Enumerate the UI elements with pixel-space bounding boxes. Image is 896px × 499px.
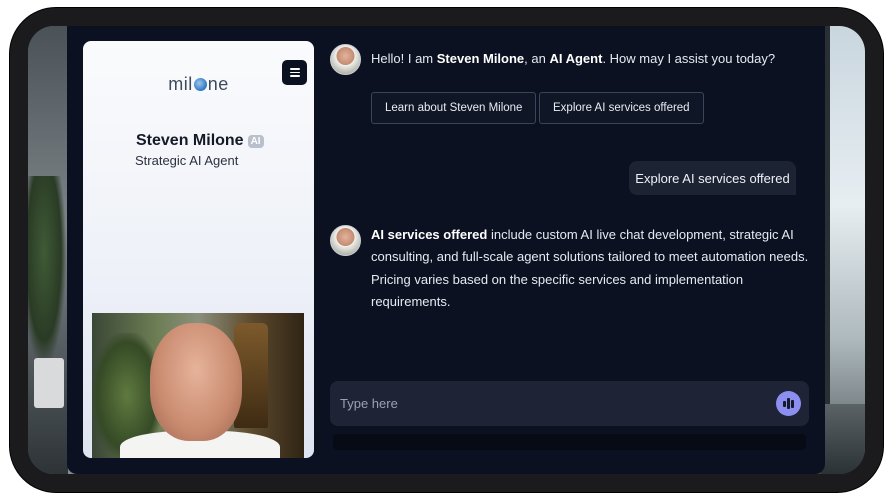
- menu-button[interactable]: [282, 60, 307, 85]
- reply-line-3: Pricing varies based on the specific ser…: [371, 271, 744, 287]
- brand-logo[interactable]: mil ne: [83, 74, 314, 95]
- message-input[interactable]: [340, 392, 760, 414]
- agent-video-feed: [92, 313, 304, 458]
- reply-line-4: requirements.: [371, 293, 451, 309]
- logo-globe-icon: [193, 78, 207, 91]
- input-footer-strip: [333, 434, 806, 450]
- agent-profile-card: mil ne Steven Milone AI Strategic AI Agen…: [83, 41, 314, 458]
- ai-badge: AI: [247, 134, 264, 148]
- bot-greeting-message: Hello! I am Steven Milone, an AI Agent. …: [371, 48, 775, 70]
- agent-name-text: Steven Milone: [136, 132, 244, 149]
- voice-waveform-icon: [783, 400, 786, 407]
- message-input-bar: [330, 381, 809, 426]
- menu-icon-bar: [289, 71, 300, 74]
- menu-icon-bar: [289, 75, 300, 77]
- reply-line-1-text: include custom AI live chat development,…: [487, 227, 794, 242]
- reply-bold: AI services offered: [371, 227, 488, 242]
- menu-icon: [289, 68, 300, 70]
- bot-reply-message: AI services offered include custom AI li…: [371, 224, 808, 313]
- background-plant-pot: [34, 358, 64, 408]
- reply-line-2: consulting, and full-scale agent solutio…: [371, 249, 809, 265]
- voice-button[interactable]: [776, 391, 801, 416]
- voice-waveform-bar: [791, 399, 794, 408]
- voice-waveform-bar: [787, 398, 790, 409]
- photo-face: [150, 323, 242, 441]
- suggestion-explore-services-button[interactable]: Explore AI services offered: [539, 92, 704, 124]
- reply-line-1: AI services offered include custom AI li…: [371, 224, 808, 246]
- agent-avatar: [330, 225, 361, 256]
- greeting-post: . How may I assist you today?: [602, 51, 776, 66]
- agent-avatar: [330, 44, 361, 75]
- logo-text-suffix: ne: [207, 74, 229, 94]
- suggestion-learn-about-button[interactable]: Learn about Steven Milone: [371, 92, 537, 124]
- agent-role: Strategic AI Agent: [135, 153, 239, 168]
- greeting-name: Steven Milone: [436, 51, 525, 66]
- greeting-mid: , an: [524, 51, 550, 66]
- background-floor: [821, 404, 865, 474]
- background-plant: [28, 176, 66, 366]
- logo-text-prefix: mil: [168, 74, 193, 94]
- user-message-bubble: Explore AI services offered: [629, 161, 796, 195]
- greeting-agent: AI Agent: [549, 51, 603, 66]
- background-window-right: [821, 26, 865, 474]
- greeting-pre: Hello! I am: [371, 51, 437, 66]
- agent-name: Steven Milone AI: [136, 132, 264, 150]
